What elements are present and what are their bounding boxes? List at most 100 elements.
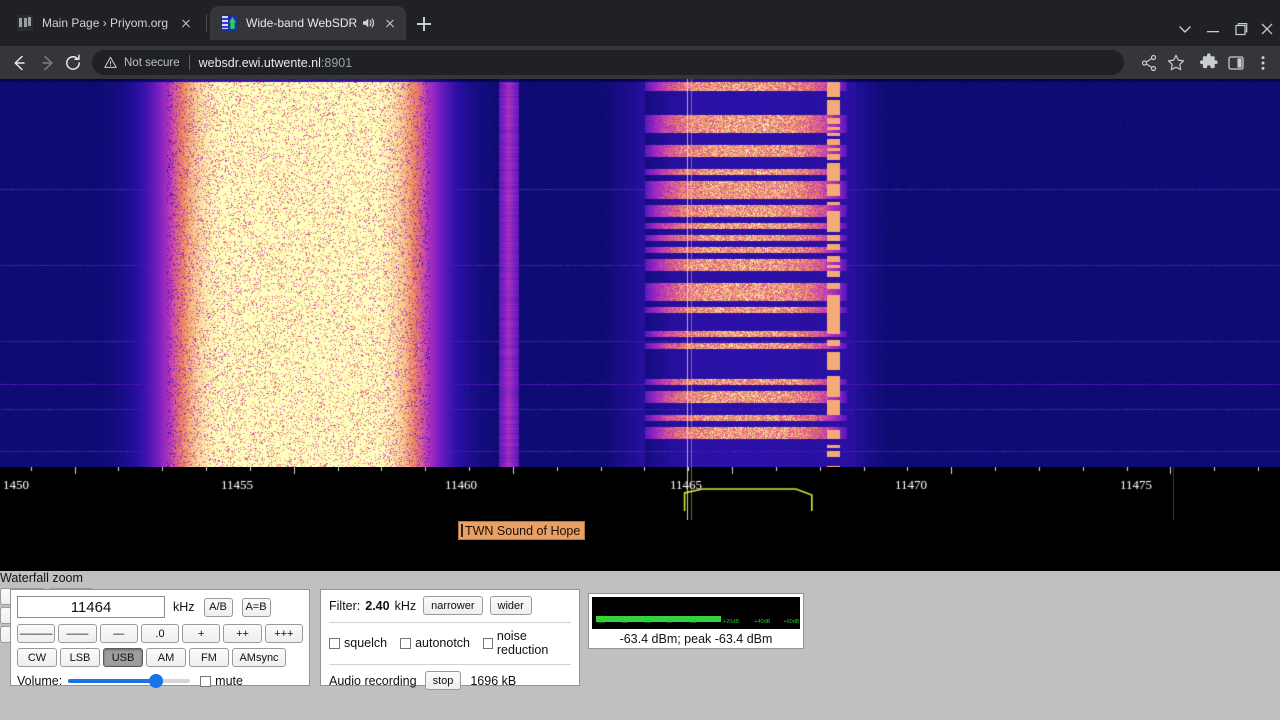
signal-scale-tick: S1 — [598, 619, 605, 625]
mute-control[interactable]: mute — [200, 674, 243, 688]
mode-row: CW LSB USB AM FM AMsync — [17, 648, 303, 667]
security-status-text: Not secure — [124, 56, 180, 69]
close-icon[interactable] — [380, 13, 400, 33]
url-text: websdr.ewi.utwente.nl:8901 — [199, 56, 353, 70]
back-icon[interactable] — [8, 52, 30, 74]
autonotch-label: autonotch — [415, 636, 471, 650]
volume-slider-thumb[interactable] — [149, 674, 164, 688]
step-plus-10-button[interactable]: + — [182, 624, 221, 643]
mode-cw-button[interactable]: CW — [17, 648, 57, 667]
share-icon[interactable] — [1138, 52, 1160, 74]
squelch-checkbox[interactable] — [329, 637, 340, 649]
recording-stop-button[interactable]: stop — [424, 671, 462, 690]
minimize-icon[interactable] — [1200, 16, 1226, 42]
volume-row: Volume: mute — [17, 674, 303, 688]
frequency-scale-canvas[interactable] — [0, 467, 1280, 520]
volume-slider[interactable] — [68, 674, 191, 688]
frequency-scale[interactable] — [0, 467, 1280, 520]
filter-wider-button[interactable]: wider — [489, 596, 532, 615]
address-bar[interactable]: Not secure websdr.ewi.utwente.nl:8901 — [92, 50, 1124, 75]
signal-scale-tick: S7 — [666, 619, 674, 625]
step-minus-100-button[interactable]: —— — [58, 624, 97, 643]
new-tab-button[interactable] — [412, 12, 436, 36]
volume-slider-fill — [68, 679, 157, 683]
tab-strip: Main Page › Priyom.org Wide-band WebSDR … — [0, 0, 1280, 46]
side-panel-icon[interactable] — [1225, 52, 1247, 74]
squelch-label: squelch — [344, 636, 388, 650]
mode-am-button[interactable]: AM — [146, 648, 186, 667]
recording-size-label: 1696 kB — [470, 673, 517, 688]
chevron-down-icon[interactable] — [1172, 16, 1198, 42]
step-minus-10-button[interactable]: — — [99, 624, 138, 643]
tab-title: Main Page › Priyom.org — [42, 16, 169, 30]
station-label-strip: TWN Sound of Hope — [0, 520, 1280, 571]
waterfall-canvas[interactable] — [0, 79, 1280, 467]
signal-meter-display: S1 S3 S5 S7 S9 +20dB +40dB +60dB — [592, 597, 800, 629]
filter-label: Filter: — [329, 598, 361, 613]
signal-readout: -63.4 dBm; peak -63.4 dBm — [619, 632, 773, 646]
control-panel-area: kHz A/B A=B ——— —— — .0 + ++ +++ CW LSB … — [0, 571, 1280, 720]
divider — [329, 622, 571, 623]
bookmark-star-icon[interactable] — [1165, 52, 1187, 74]
signal-meter-scale: S1 S3 S5 S7 S9 +20dB +40dB +60dB — [592, 619, 800, 629]
signal-scale-tick: S3 — [621, 619, 628, 625]
noise-reduction-label: noise reduction — [496, 629, 549, 657]
noise-reduction-control[interactable]: noise reduction — [483, 629, 571, 657]
tab-separator — [206, 14, 207, 32]
filter-bandwidth-value: 2.40 — [365, 598, 390, 613]
tuning-panel: kHz A/B A=B ——— —— — .0 + ++ +++ CW LSB … — [10, 589, 310, 688]
frequency-input[interactable] — [17, 596, 165, 618]
browser-window: Main Page › Priyom.org Wide-band WebSDR … — [0, 0, 1280, 720]
step-minus-1000-button[interactable]: ——— — [17, 624, 56, 643]
url-host: websdr.ewi.utwente.nl — [198, 55, 321, 70]
signal-scale-tick: S5 — [644, 619, 651, 625]
signal-scale-tick: +20dB — [723, 619, 740, 625]
step-plus-1000-button[interactable]: +++ — [264, 624, 303, 643]
websdr-icon — [221, 15, 237, 31]
noise-reduction-checkbox[interactable] — [483, 637, 493, 649]
audio-recording-label: Audio recording — [329, 673, 417, 688]
divider — [329, 664, 571, 665]
ab-equal-button[interactable]: A=B — [241, 597, 271, 617]
extensions-puzzle-icon[interactable] — [1198, 52, 1220, 74]
squelch-control[interactable]: squelch — [329, 636, 387, 650]
filter-panel: Filter: 2.40 kHz narrower wider squelch … — [320, 589, 580, 690]
three-dot-menu-icon[interactable] — [1252, 52, 1274, 74]
mute-checkbox[interactable] — [200, 675, 212, 687]
mode-lsb-button[interactable]: LSB — [60, 648, 100, 667]
maximize-icon[interactable] — [1228, 16, 1254, 42]
filter-bandwidth-row: Filter: 2.40 kHz narrower wider — [329, 596, 571, 615]
browser-toolbar: Not secure websdr.ewi.utwente.nl:8901 — [0, 46, 1280, 79]
filter-narrower-button[interactable]: narrower — [423, 596, 483, 615]
url-port: :8901 — [320, 55, 353, 70]
reload-icon[interactable] — [62, 52, 84, 74]
filter-unit-label: kHz — [394, 598, 417, 613]
audio-recording-row: Audio recording stop 1696 kB — [329, 671, 571, 690]
mode-fm-button[interactable]: FM — [189, 648, 229, 667]
step-round-button[interactable]: .0 — [140, 624, 180, 643]
waterfall-zoom-title: Waterfall zoom — [0, 571, 83, 585]
station-label[interactable]: TWN Sound of Hope — [458, 521, 586, 540]
mute-label: mute — [215, 674, 243, 688]
not-secure-warning-icon — [104, 56, 117, 69]
signal-scale-tick: +40dB — [754, 619, 771, 625]
dsp-checkbox-row: squelch autonotch noise reduction — [329, 629, 571, 657]
waterfall-spectrogram[interactable] — [0, 79, 1280, 467]
mode-usb-button[interactable]: USB — [103, 648, 143, 667]
volume-label: Volume: — [17, 674, 63, 688]
signal-meter-panel: S1 S3 S5 S7 S9 +20dB +40dB +60dB -63.4 dBm; pea… — [588, 593, 804, 649]
close-icon[interactable] — [176, 13, 196, 33]
ab-swap-button[interactable]: A/B — [203, 597, 233, 617]
signal-scale-tick: S9 — [689, 619, 697, 625]
browser-tab-websdr[interactable]: Wide-band WebSDR in Ensch — [210, 6, 406, 40]
forward-icon[interactable] — [37, 52, 59, 74]
autonotch-control[interactable]: autonotch — [400, 636, 470, 650]
step-plus-100-button[interactable]: ++ — [223, 624, 262, 643]
browser-tab-priyom[interactable]: Main Page › Priyom.org — [6, 6, 202, 40]
autonotch-checkbox[interactable] — [400, 637, 412, 649]
mode-amsync-button[interactable]: AMsync — [232, 648, 286, 667]
frequency-unit-label: kHz — [173, 600, 195, 614]
tab-audio-playing-icon[interactable] — [360, 15, 376, 31]
close-icon[interactable] — [1254, 16, 1280, 42]
signal-scale-tick: +60dB — [783, 619, 800, 625]
